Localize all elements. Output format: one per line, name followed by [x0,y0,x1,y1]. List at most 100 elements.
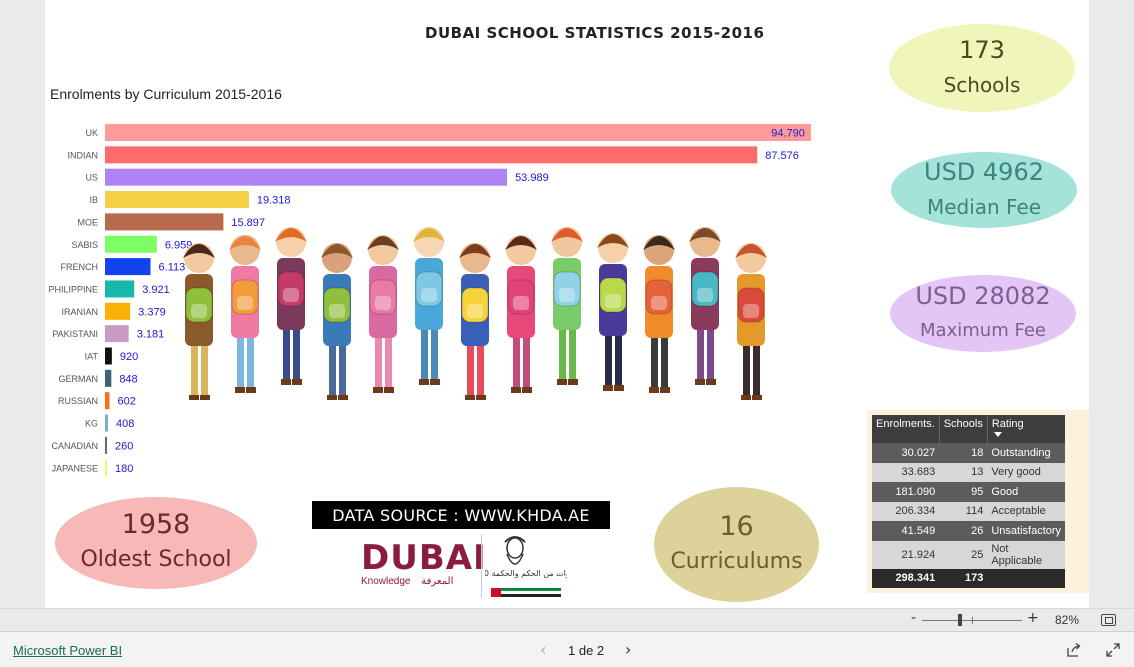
category-label: IRANIAN [61,307,98,317]
cell-rating: Outstanding [987,443,1066,463]
total-schools: 173 [939,568,988,588]
bar[interactable] [105,168,508,186]
leader-emblem-logo: 10 سنوات من الحكم والحكمة [485,536,567,597]
dubai-logo-word: DUBAI [361,538,487,578]
knowledge-label: Knowledge [361,576,411,587]
expand-icon[interactable] [1105,642,1121,658]
emblem-text: 10 سنوات من الحكم والحكمة [485,569,567,578]
data-label: 408 [116,418,134,430]
powerbi-link[interactable]: Microsoft Power BI [13,643,122,658]
data-label: 94.790 [771,128,805,140]
ratings-table-body: 30.027 18 Outstanding 33.683 13 Very good 181.… [872,443,1066,588]
bar[interactable] [105,124,811,141]
category-label: SABIS [71,240,98,250]
cell-enrolments: 41.549 [872,521,940,541]
table-total-row: 298.341 173 [872,568,1066,588]
category-label: MOE [77,217,98,227]
table-row[interactable]: 33.683 13 Very good [872,462,1066,482]
category-label: IB [89,195,98,205]
page-indicator: 1 de 2 [568,643,605,658]
kpi-median-fee-label: Median Fee [926,195,1042,219]
cell-rating: Unsatisfactory [987,521,1066,541]
zoom-slider-thumb[interactable] [958,614,962,626]
child-figure [275,227,307,385]
category-label: KG [85,419,98,429]
zoom-out-button[interactable]: - [911,610,916,626]
kpi-schools: 173 Schools [889,24,1075,112]
share-icon[interactable] [1066,642,1082,658]
child-figure [643,235,675,393]
total-rating [987,568,1066,588]
bar[interactable] [105,392,110,410]
cell-rating: Acceptable [987,501,1066,521]
child-figure [551,227,583,385]
bar[interactable] [105,325,129,343]
next-page-chevron-icon[interactable]: › [625,640,631,659]
data-label: 848 [119,373,137,385]
kpi-maximum-fee-value: USD 28082 [915,281,1051,310]
child-figure [505,235,537,393]
table-row[interactable]: 181.090 95 Good [872,482,1066,502]
cell-schools: 114 [939,501,988,521]
bar[interactable] [105,280,135,298]
cell-enrolments: 206.334 [872,501,940,521]
child-figure [597,233,629,391]
table-row[interactable]: 30.027 18 Outstanding [872,443,1066,463]
cell-schools: 25 [939,540,988,569]
category-label: GERMAN [58,374,98,384]
data-label: 53.989 [515,172,549,184]
kpi-curriculums: 16 Curriculums [654,487,819,602]
category-label: CANADIAN [51,441,98,451]
category-label: PAKISTANI [52,329,98,339]
sort-descending-icon [993,432,1002,437]
children-illustration [183,227,767,400]
cell-enrolments: 33.683 [872,462,940,482]
bar[interactable] [105,459,107,477]
report-canvas: DUBAI SCHOOL STATISTICS 2015-2016 Enrolm… [45,0,1089,608]
zoom-in-button[interactable]: + [1027,610,1039,626]
category-label: UK [85,128,98,138]
child-figure [459,243,491,400]
bar[interactable] [105,347,112,365]
data-label: 3.181 [137,329,165,341]
table-row[interactable]: 206.334 114 Acceptable [872,501,1066,521]
child-figure [367,235,399,393]
chart-title: Enrolments by Curriculum 2015-2016 [50,86,282,102]
logo-divider [481,534,482,598]
cell-schools: 95 [939,482,988,502]
col-schools[interactable]: Schools [939,415,988,443]
cell-enrolments: 181.090 [872,482,940,502]
kpi-schools-label: Schools [943,73,1021,97]
child-figure [413,227,445,385]
bar[interactable] [105,258,151,276]
data-label: 3.379 [138,306,166,318]
child-figure [735,243,767,400]
kpi-oldest-school: 1958 Oldest School [55,497,257,589]
bar[interactable] [105,302,131,320]
fit-to-page-icon[interactable] [1101,614,1116,626]
total-enrolments: 298.341 [872,568,940,588]
kpi-curriculums-label: Curriculums [670,548,803,574]
data-label: 87.576 [765,150,799,162]
child-figure [321,243,353,400]
previous-page-chevron-icon[interactable]: ‹ [540,640,546,659]
col-enrolments[interactable]: Enrolments. [872,415,940,443]
data-label: 920 [120,351,138,363]
table-row[interactable]: 41.549 26 Unsatisfactory [872,521,1066,541]
table-row[interactable]: 21.924 25 Not Applicable [872,540,1066,569]
kpi-median-fee-value: USD 4962 [924,158,1044,186]
bar[interactable] [105,146,758,164]
cell-rating: Very good [987,462,1066,482]
cell-schools: 18 [939,443,988,463]
knowledge-arabic-label: المعرفة [421,576,454,587]
category-label: RUSSIAN [58,396,98,406]
bar[interactable] [105,235,157,253]
bar[interactable] [105,369,112,387]
report-title: DUBAI SCHOOL STATISTICS 2015-2016 [425,24,765,42]
col-rating[interactable]: Rating [987,415,1066,443]
cell-enrolments: 21.924 [872,540,940,569]
bar[interactable] [105,414,109,432]
bar[interactable] [105,436,107,454]
kpi-maximum-fee-label: Maximum Fee [920,319,1046,341]
ratings-table[interactable]: Enrolments. Schools Rating 30.027 18 Outst… [872,415,1066,588]
